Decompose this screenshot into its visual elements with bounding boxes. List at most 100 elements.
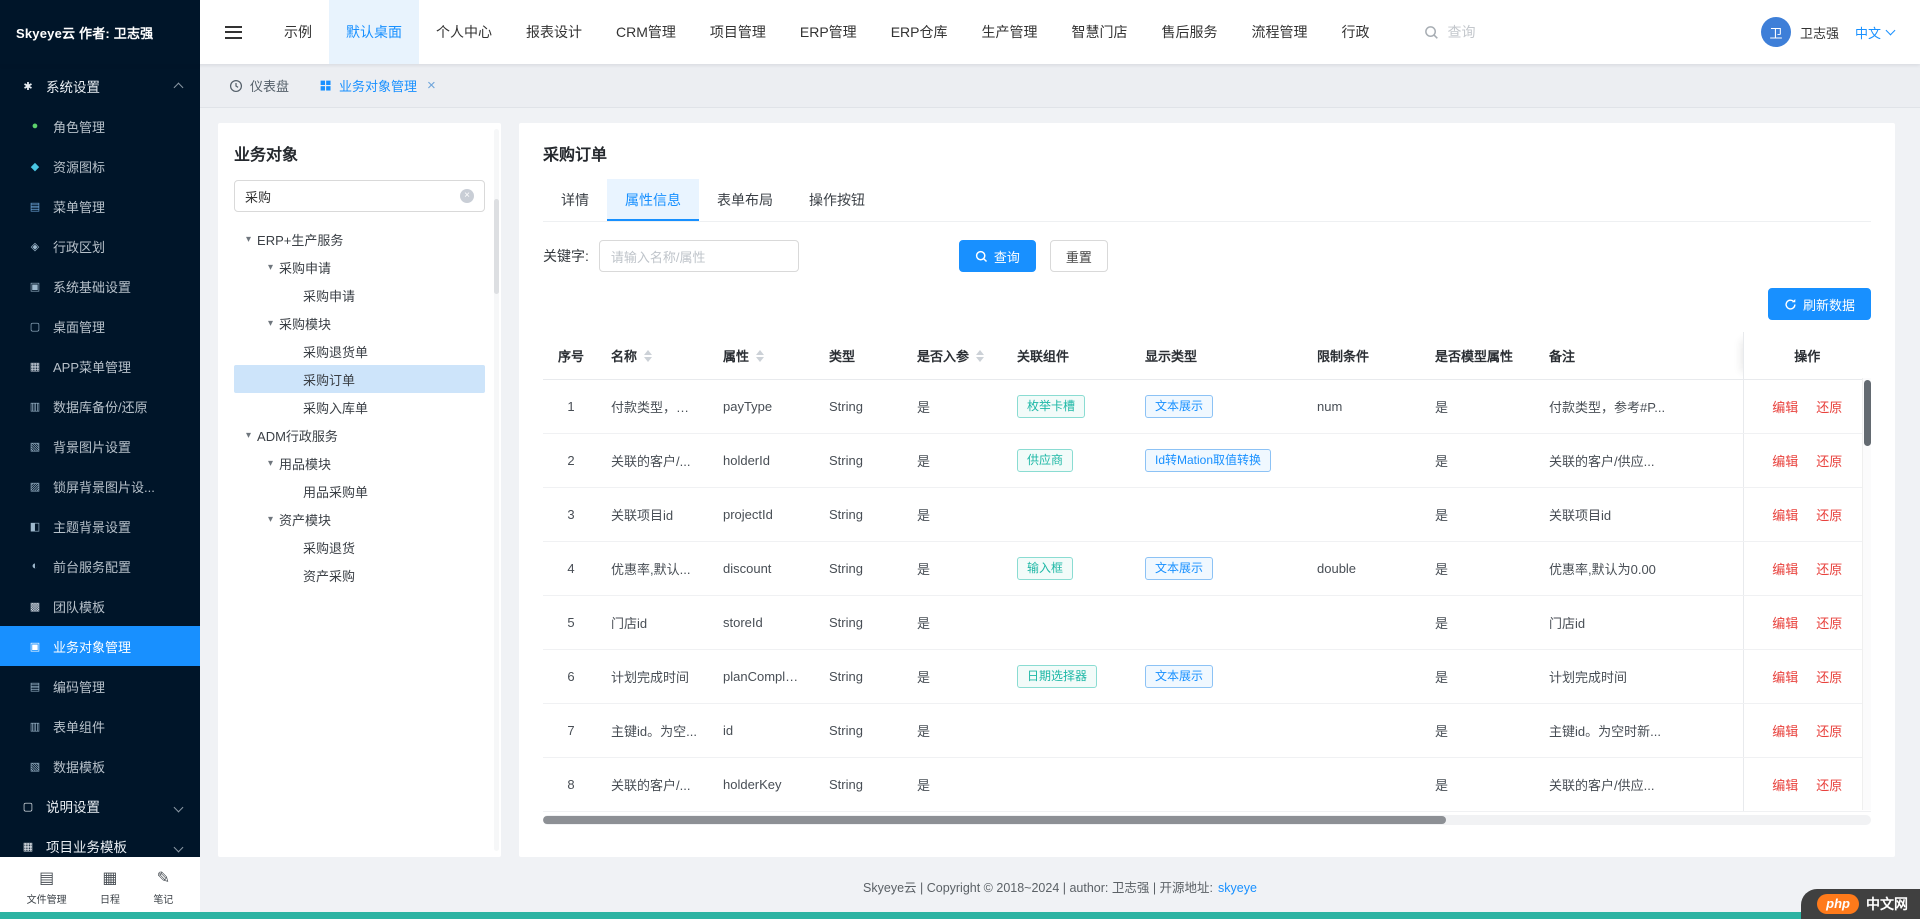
top-nav-item-11[interactable]: 流程管理 <box>1234 0 1324 64</box>
tree-node-6[interactable]: 采购入库单 <box>234 393 485 421</box>
caret-down-icon[interactable]: ▾ <box>268 262 273 273</box>
sidebar-item-17[interactable]: ▧数据模板 <box>0 746 200 786</box>
edit-link[interactable]: 编辑 <box>1772 562 1798 577</box>
sidebar-item-5[interactable]: ▣系统基础设置 <box>0 266 200 306</box>
tree-node-5[interactable]: 采购订单 <box>234 365 485 393</box>
hamburger-menu-button[interactable] <box>200 0 267 64</box>
top-nav-item-4[interactable]: CRM管理 <box>599 0 693 64</box>
top-nav-item-0[interactable]: 示例 <box>267 0 329 64</box>
sidebar-item-4[interactable]: ◈行政区划 <box>0 226 200 266</box>
sidebar-quick-item-2[interactable]: ✎笔记 <box>153 870 173 906</box>
sort-icon[interactable] <box>976 350 984 362</box>
sidebar-item-2[interactable]: ◆资源图标 <box>0 146 200 186</box>
restore-link[interactable]: 还原 <box>1816 616 1842 631</box>
tree-scrollbar[interactable] <box>494 129 499 851</box>
sidebar-item-9[interactable]: ▧背景图片设置 <box>0 426 200 466</box>
tree-node-11[interactable]: 采购退货 <box>234 533 485 561</box>
tree-node-4[interactable]: 采购退货单 <box>234 337 485 365</box>
tree-node-9[interactable]: 用品采购单 <box>234 477 485 505</box>
restore-link[interactable]: 还原 <box>1816 670 1842 685</box>
brand-logo[interactable]: Skyeye云 作者: 卫志强 <box>0 0 200 64</box>
user-name[interactable]: 卫志强 <box>1800 23 1839 42</box>
detail-tab-1[interactable]: 属性信息 <box>607 179 699 221</box>
tree-node-1[interactable]: ▾采购申请 <box>234 253 485 281</box>
tree-node-2[interactable]: 采购申请 <box>234 281 485 309</box>
top-nav-item-2[interactable]: 个人中心 <box>419 0 509 64</box>
top-nav-item-3[interactable]: 报表设计 <box>509 0 599 64</box>
clear-icon[interactable]: × <box>460 189 474 203</box>
vertical-scrollbar[interactable] <box>1862 378 1871 810</box>
keyword-input[interactable]: 请输入名称/属性 <box>599 240 799 272</box>
edit-link[interactable]: 编辑 <box>1772 724 1798 739</box>
sidebar-item-8[interactable]: ▥数据库备份/还原 <box>0 386 200 426</box>
top-nav-item-7[interactable]: ERP仓库 <box>874 0 965 64</box>
tree-node-10[interactable]: ▾资产模块 <box>234 505 485 533</box>
top-nav-item-9[interactable]: 智慧门店 <box>1054 0 1144 64</box>
caret-down-icon[interactable]: ▾ <box>268 318 273 329</box>
horizontal-scrollbar[interactable] <box>543 815 1871 825</box>
sidebar-quick-item-0[interactable]: ▤文件管理 <box>27 870 67 906</box>
sort-icon[interactable] <box>756 350 764 362</box>
caret-down-icon[interactable]: ▾ <box>268 514 273 525</box>
sidebar-quick-item-1[interactable]: ▦日程 <box>100 870 120 906</box>
sidebar-item-1[interactable]: ●角色管理 <box>0 106 200 146</box>
restore-link[interactable]: 还原 <box>1816 724 1842 739</box>
top-nav-item-6[interactable]: ERP管理 <box>783 0 874 64</box>
close-icon[interactable]: × <box>427 78 436 93</box>
column-header-inparam[interactable]: 是否入参 <box>905 332 1005 380</box>
sidebar-item-7[interactable]: ▦APP菜单管理 <box>0 346 200 386</box>
tree-scrollbar-thumb[interactable] <box>494 199 499 294</box>
detail-tab-2[interactable]: 表单布局 <box>699 179 791 221</box>
caret-down-icon[interactable]: ▾ <box>246 234 251 245</box>
top-nav-item-10[interactable]: 售后服务 <box>1144 0 1234 64</box>
edit-link[interactable]: 编辑 <box>1772 670 1798 685</box>
sidebar-group-0[interactable]: ✱系统设置 <box>0 66 200 106</box>
refresh-data-button[interactable]: 刷新数据 <box>1768 288 1871 320</box>
sidebar-item-16[interactable]: ▥表单组件 <box>0 706 200 746</box>
restore-link[interactable]: 还原 <box>1816 454 1842 469</box>
top-nav-item-12[interactable]: 行政 <box>1324 0 1386 64</box>
global-search[interactable]: 查询 <box>1424 0 1475 64</box>
top-nav-item-8[interactable]: 生产管理 <box>964 0 1054 64</box>
restore-link[interactable]: 还原 <box>1816 562 1842 577</box>
avatar[interactable]: 卫 <box>1761 17 1791 47</box>
sidebar-item-15[interactable]: ▤编码管理 <box>0 666 200 706</box>
sidebar-item-14[interactable]: ▣业务对象管理 <box>0 626 200 666</box>
tree-node-7[interactable]: ▾ADM行政服务 <box>234 421 485 449</box>
caret-down-icon[interactable]: ▾ <box>246 430 251 441</box>
caret-down-icon[interactable]: ▾ <box>268 458 273 469</box>
sidebar-item-11[interactable]: ◧主题背景设置 <box>0 506 200 546</box>
vertical-scrollbar-thumb[interactable] <box>1864 380 1871 446</box>
column-header-attr[interactable]: 属性 <box>711 332 817 380</box>
top-nav-item-1[interactable]: 默认桌面 <box>329 0 419 64</box>
restore-link[interactable]: 还原 <box>1816 400 1842 415</box>
tree-search-input[interactable]: 采购 × <box>234 180 485 212</box>
footer-link[interactable]: skyeye <box>1218 881 1257 895</box>
edit-link[interactable]: 编辑 <box>1772 400 1798 415</box>
top-nav-item-5[interactable]: 项目管理 <box>693 0 783 64</box>
reset-button[interactable]: 重置 <box>1050 240 1108 272</box>
edit-link[interactable]: 编辑 <box>1772 508 1798 523</box>
restore-link[interactable]: 还原 <box>1816 778 1842 793</box>
sidebar-item-13[interactable]: ▩团队模板 <box>0 586 200 626</box>
tree-node-3[interactable]: ▾采购模块 <box>234 309 485 337</box>
language-selector[interactable]: 中文 <box>1855 0 1920 64</box>
tree-node-8[interactable]: ▾用品模块 <box>234 449 485 477</box>
sidebar-item-6[interactable]: ▢桌面管理 <box>0 306 200 346</box>
column-header-name[interactable]: 名称 <box>599 332 711 380</box>
open-tab-0[interactable]: 仪表盘 <box>214 64 304 108</box>
sidebar-item-3[interactable]: ▤菜单管理 <box>0 186 200 226</box>
detail-tab-3[interactable]: 操作按钮 <box>791 179 883 221</box>
sidebar-item-10[interactable]: ▨锁屏背景图片设... <box>0 466 200 506</box>
tree-node-0[interactable]: ▾ERP+生产服务 <box>234 225 485 253</box>
sidebar-group-18[interactable]: ▢说明设置 <box>0 786 200 826</box>
restore-link[interactable]: 还原 <box>1816 508 1842 523</box>
edit-link[interactable]: 编辑 <box>1772 778 1798 793</box>
sidebar-group-19[interactable]: ▦项目业务模板 <box>0 826 200 857</box>
edit-link[interactable]: 编辑 <box>1772 454 1798 469</box>
sort-icon[interactable] <box>644 350 652 362</box>
detail-tab-0[interactable]: 详情 <box>543 179 607 221</box>
open-tab-1[interactable]: 业务对象管理× <box>304 64 451 108</box>
tree-node-12[interactable]: 资产采购 <box>234 561 485 589</box>
sidebar-item-12[interactable]: ◐前台服务配置 <box>0 546 200 586</box>
